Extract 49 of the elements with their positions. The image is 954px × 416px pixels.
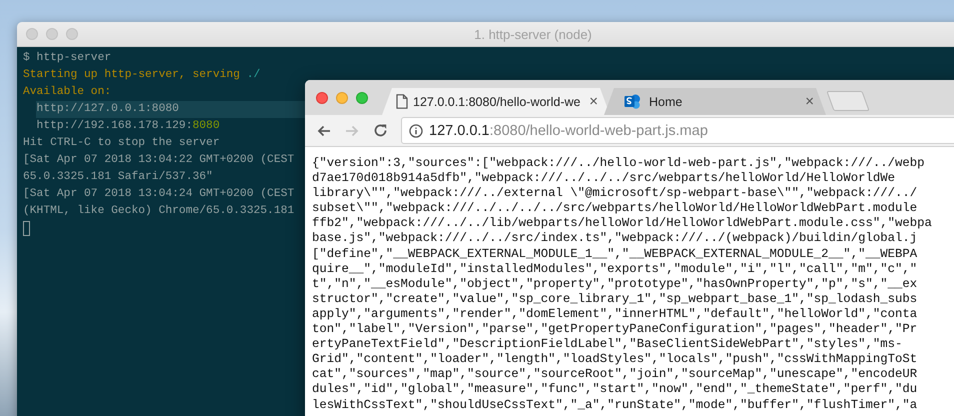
source-map-line: t","n","__esModule","object","property","prototype","hasOwnProperty","p","s","__ex xyxy=(312,276,918,292)
document-icon xyxy=(396,94,408,109)
terminal-line: http://127.0.0.1:8080 xyxy=(36,103,179,115)
terminal-line: 65.0.3325.181 Safari/537.36" xyxy=(23,171,213,183)
tab-close-button[interactable]: × xyxy=(589,93,598,110)
url-text: 127.0.0.1:8080/hello-world-web-part.js.map xyxy=(429,122,708,138)
terminal-line: [Sat Apr 07 2018 13:04:24 GMT+0200 (CEST xyxy=(23,188,294,200)
terminal-line: Available on: xyxy=(23,86,112,98)
cursor-icon xyxy=(23,221,30,236)
source-map-line: {"version":3,"sources":["webpack:///../hello-world-web-part.js","webpack:///../webp xyxy=(312,156,926,172)
reload-icon xyxy=(372,123,388,138)
source-map-line: subset\"","webpack:///../../../../src/webparts/helloWorld/HelloWorldWebPart.module xyxy=(312,201,918,216)
close-button[interactable] xyxy=(26,28,38,40)
source-map-line: library\"","webpack:///../external \"@microsoft/sp-webpart-base\"","webpack:///../ xyxy=(312,186,918,202)
close-button[interactable] xyxy=(316,92,328,104)
new-tab-button[interactable] xyxy=(826,91,870,111)
source-map-line: base.js","webpack:///../../src/index.ts","webpack:///../(webpack)/buildin/global.j xyxy=(312,231,918,247)
tab-title: 127.0.0.1:8080/hello-world-we xyxy=(413,94,582,108)
source-map-line: dules","id","global","measure","func","start","now","end","_themeState","perf","du xyxy=(312,382,918,398)
source-map-line: ton","label","Version","parse","getPropertyPaneConfiguration","pages","header","Pr xyxy=(312,322,918,338)
zoom-button[interactable] xyxy=(356,92,368,104)
tab-title: Home xyxy=(649,94,684,108)
terminal-line: $ http-server xyxy=(23,52,112,64)
minimize-button[interactable] xyxy=(46,28,58,40)
source-map-line: cat","sources","map","source","sourceRoot","join","sourceMap","unescape","encodeUR xyxy=(312,367,918,382)
terminal-line: http://192.168.178.129:8080 xyxy=(36,120,220,132)
site-logo-icon xyxy=(624,93,641,110)
source-map-line: apply","arguments","render","domElement","innerHTML","default","helloWorld","conta xyxy=(312,306,918,322)
info-icon xyxy=(409,124,423,138)
terminal-line: (KHTML, like Gecko) Chrome/65.0.3325.181 xyxy=(23,205,294,217)
zoom-button[interactable] xyxy=(66,28,78,40)
source-map-line: Grid","content","loader","length","loadStyles","locals","push","cssWithMappingToSt xyxy=(312,352,918,368)
window-title: 1. http-server (node) xyxy=(474,26,592,42)
source-map-line: ["define","__WEBPACK_EXTERNAL_MODULE_1__","__WEBPACK_EXTERNAL_MODULE_2__","__WEBPA xyxy=(312,246,918,262)
terminal-line: [Sat Apr 07 2018 13:04:22 GMT+0200 (CEST xyxy=(23,154,294,166)
source-map-line: d7ae170d018b914a5dfb","webpack:///../../../src/webparts/helloWorld/HelloWorldWe xyxy=(312,171,896,186)
minimize-button[interactable] xyxy=(336,92,348,104)
source-map-line: quire__","moduleId","installedModules","exports","module","i","l","call","m","c"," xyxy=(312,262,918,277)
source-map-line: structor","create","value","sp_core_library_1","sp_webpart_base_1","sp_lodash_subs xyxy=(312,292,918,307)
terminal-line: Starting up http-server, serving ./ xyxy=(23,69,260,81)
tab-close-button[interactable]: × xyxy=(805,93,814,110)
source-map-line: lesWithCssText","shouldUseCssText","_a","runState","mode","buffer","flushTimer","a xyxy=(312,398,918,413)
source-map-line: ffb2","webpack:///../../lib/webparts/helloWorld/HelloWorldWebPart.module.css","webpa xyxy=(312,216,933,232)
source-map-line: ertyPaneTextField","DescriptionFieldLabel","BaseClientSideWebPart","styles","ms- xyxy=(312,337,904,352)
back-arrow-icon xyxy=(317,124,331,136)
address-bar[interactable]: 127.0.0.1:8080/hello-world-web-part.js.map xyxy=(401,117,954,144)
forward-arrow-icon xyxy=(345,124,359,136)
terminal-line: Hit CTRL-C to stop the server xyxy=(23,137,220,149)
browser-tab[interactable]: Home × xyxy=(604,88,826,115)
